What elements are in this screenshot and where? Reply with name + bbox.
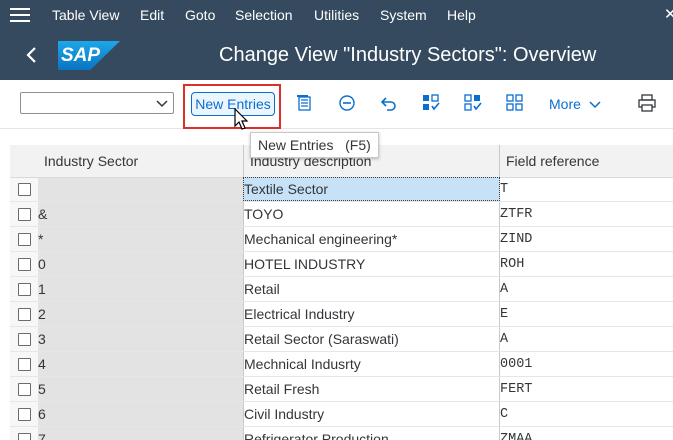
chevron-left-icon bbox=[26, 47, 36, 63]
menu-selection[interactable]: Selection bbox=[235, 7, 293, 23]
row-select-checkbox[interactable] bbox=[18, 283, 31, 296]
more-button[interactable]: More bbox=[549, 96, 601, 112]
select-all-icon[interactable] bbox=[422, 94, 440, 112]
title-bar: SAP Change View "Industry Sectors": Over… bbox=[0, 30, 673, 80]
cell-field-reference[interactable]: FERT bbox=[500, 382, 532, 397]
page-title: Change View "Industry Sectors": Overview bbox=[219, 44, 597, 66]
menu-edit[interactable]: Edit bbox=[140, 7, 164, 23]
cell-field-reference[interactable]: E bbox=[500, 307, 508, 322]
select-block-icon[interactable] bbox=[464, 94, 482, 112]
menu-bar: Table View Edit Goto Selection Utilities… bbox=[0, 0, 673, 30]
menu-system[interactable]: System bbox=[380, 7, 427, 23]
row-select-checkbox[interactable] bbox=[18, 308, 31, 321]
cell-industry-sector[interactable]: & bbox=[38, 206, 47, 222]
cell-field-reference[interactable]: ZMAA bbox=[500, 432, 532, 440]
sap-logo-text: SAP bbox=[61, 45, 101, 66]
cell-field-reference[interactable]: ZIND bbox=[500, 232, 532, 247]
sap-logo: SAP bbox=[58, 41, 120, 70]
cell-industry-sector[interactable]: 1 bbox=[38, 281, 46, 297]
undo-icon[interactable] bbox=[380, 94, 398, 112]
table-row[interactable]: 3 Retail Sector (Saraswati) A bbox=[10, 327, 673, 352]
cell-field-reference[interactable]: T bbox=[500, 182, 508, 197]
mouse-cursor-icon bbox=[234, 108, 249, 130]
cell-industry-description[interactable]: HOTEL INDUSTRY bbox=[244, 256, 365, 272]
menu-help[interactable]: Help bbox=[447, 7, 476, 23]
hamburger-menu-icon[interactable] bbox=[10, 8, 30, 22]
table-row[interactable]: 2 Electrical Industry E bbox=[10, 302, 673, 327]
close-icon[interactable]: ✕ bbox=[664, 5, 673, 23]
row-select-checkbox[interactable] bbox=[18, 183, 31, 196]
column-header-industry-sector[interactable]: Industry Sector bbox=[44, 153, 138, 169]
cell-industry-sector[interactable]: * bbox=[38, 231, 43, 247]
cell-industry-description[interactable]: Mechanical engineering* bbox=[244, 231, 397, 247]
deselect-all-icon[interactable] bbox=[506, 94, 524, 112]
toolbar: New Entries More bbox=[0, 80, 673, 129]
cell-industry-description[interactable]: Mechnical Indusrty bbox=[244, 356, 361, 372]
details-icon[interactable] bbox=[296, 94, 314, 112]
delete-icon[interactable] bbox=[338, 94, 356, 112]
row-select-checkbox[interactable] bbox=[18, 358, 31, 371]
new-entries-tooltip: New Entries (F5) bbox=[250, 132, 379, 158]
cell-industry-description[interactable]: Retail Sector (Saraswati) bbox=[244, 331, 399, 347]
table-row[interactable]: 1 Retail A bbox=[10, 277, 673, 302]
table-row[interactable]: 0 HOTEL INDUSTRY ROH bbox=[10, 252, 673, 277]
cell-industry-sector[interactable]: 6 bbox=[38, 406, 46, 422]
cell-field-reference[interactable]: A bbox=[500, 332, 508, 347]
table-row[interactable]: * Mechanical engineering* ZIND bbox=[10, 227, 673, 252]
cell-industry-sector[interactable]: 7 bbox=[38, 431, 46, 440]
cell-industry-description[interactable]: Refrigerator Production bbox=[244, 431, 389, 440]
cell-field-reference[interactable]: C bbox=[500, 407, 508, 422]
table-row[interactable]: 4 Mechnical Indusrty 0001 bbox=[10, 352, 673, 377]
column-header-field-reference[interactable]: Field reference bbox=[506, 153, 599, 169]
table-row[interactable]: 7 Refrigerator Production ZMAA bbox=[10, 427, 673, 440]
cell-industry-sector[interactable]: 4 bbox=[38, 356, 46, 372]
chevron-down-icon bbox=[156, 100, 168, 108]
cell-field-reference[interactable]: 0001 bbox=[500, 357, 532, 372]
row-select-checkbox[interactable] bbox=[18, 433, 31, 440]
row-select-checkbox[interactable] bbox=[18, 383, 31, 396]
cell-industry-sector[interactable]: 2 bbox=[38, 306, 46, 322]
row-select-checkbox[interactable] bbox=[18, 233, 31, 246]
new-entries-button[interactable]: New Entries bbox=[191, 92, 275, 116]
cell-industry-sector[interactable]: 5 bbox=[38, 381, 46, 397]
chevron-down-icon bbox=[589, 101, 601, 109]
table-row[interactable]: & TOYO ZTFR bbox=[10, 202, 673, 227]
command-field-dropdown[interactable] bbox=[20, 92, 174, 114]
menu-utilities[interactable]: Utilities bbox=[314, 7, 359, 23]
menu-goto[interactable]: Goto bbox=[185, 7, 215, 23]
cell-field-reference[interactable]: ROH bbox=[500, 257, 524, 272]
row-select-checkbox[interactable] bbox=[18, 333, 31, 346]
cell-industry-description[interactable]: Civil Industry bbox=[244, 406, 324, 422]
cell-field-reference[interactable]: A bbox=[500, 282, 508, 297]
cell-industry-description[interactable]: Textile Sector bbox=[244, 181, 328, 197]
back-button[interactable] bbox=[20, 42, 44, 68]
row-select-checkbox[interactable] bbox=[18, 208, 31, 221]
cell-industry-sector[interactable]: 3 bbox=[38, 331, 46, 347]
cell-industry-description[interactable]: TOYO bbox=[244, 206, 283, 222]
tooltip-text: New Entries (F5) bbox=[258, 137, 371, 153]
cell-industry-description[interactable]: Retail Fresh bbox=[244, 381, 319, 397]
row-select-checkbox[interactable] bbox=[18, 408, 31, 421]
row-select-checkbox[interactable] bbox=[18, 258, 31, 271]
more-label: More bbox=[549, 96, 581, 112]
table-row[interactable]: 6 Civil Industry C bbox=[10, 402, 673, 427]
menu-table-view[interactable]: Table View bbox=[52, 7, 119, 23]
cell-field-reference[interactable]: ZTFR bbox=[500, 207, 532, 222]
industry-sectors-table: Industry Sector Industry description Fie… bbox=[10, 145, 673, 440]
table-row[interactable]: Textile Sector T bbox=[10, 177, 673, 202]
cell-industry-description[interactable]: Electrical Industry bbox=[244, 306, 354, 322]
table-row[interactable]: 5 Retail Fresh FERT bbox=[10, 377, 673, 402]
cell-industry-sector[interactable]: 0 bbox=[38, 256, 46, 272]
print-icon[interactable] bbox=[638, 94, 656, 112]
cell-industry-description[interactable]: Retail bbox=[244, 281, 280, 297]
